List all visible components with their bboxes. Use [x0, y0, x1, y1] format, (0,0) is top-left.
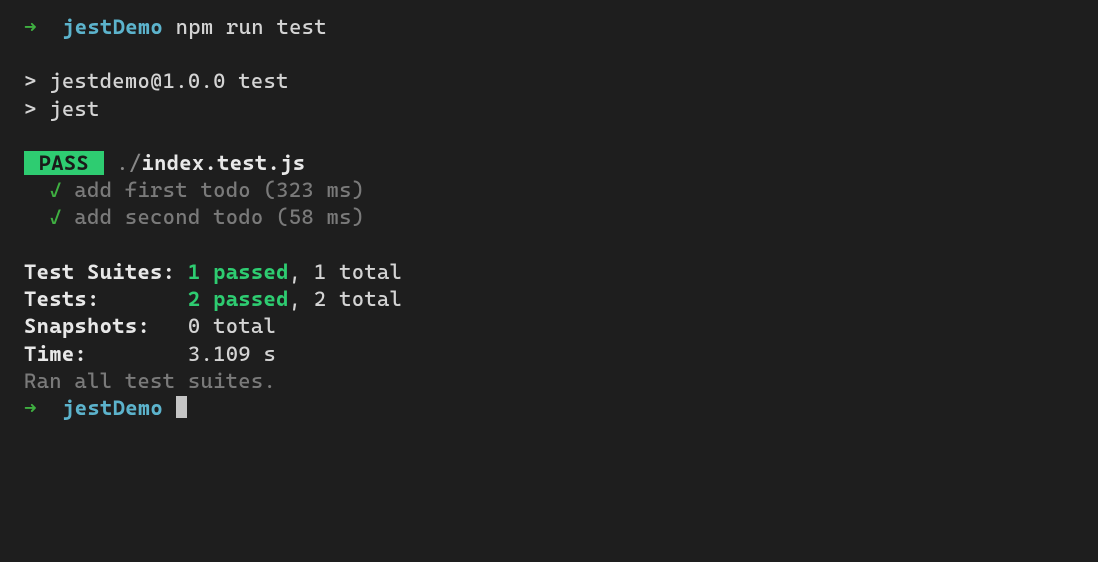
pass-badge: PASS: [24, 151, 104, 175]
summary-label: Tests:: [24, 287, 188, 311]
test-result-row: ✓ add second todo (58 ms): [24, 204, 1074, 231]
test-name: add second todo (58 ms): [62, 205, 365, 229]
summary-suites: Test Suites: 1 passed, 1 total: [24, 259, 1074, 286]
summary-tests: Tests: 2 passed, 2 total: [24, 286, 1074, 313]
blank-line: [24, 123, 1074, 150]
summary-passed: 1 passed: [188, 260, 289, 284]
summary-total: , 2 total: [289, 287, 402, 311]
summary-time: Time: 3.109 s: [24, 341, 1074, 368]
summary-value: 0 total: [188, 314, 276, 338]
prompt-line-1[interactable]: ➜ jestDemo npm run test: [24, 14, 1074, 41]
test-file: index.test.js: [141, 151, 305, 175]
npm-output-line: > jestdemo@1.0.0 test: [24, 68, 1074, 95]
summary-passed: 2 passed: [188, 287, 289, 311]
cwd-name: jestDemo: [62, 15, 163, 39]
check-icon: ✓: [49, 178, 62, 202]
typed-command: npm run test: [176, 15, 327, 39]
check-icon: ✓: [49, 205, 62, 229]
jest-pass-line: PASS ./index.test.js: [24, 150, 1074, 177]
summary-total: , 1 total: [289, 260, 402, 284]
summary-snapshots: Snapshots: 0 total: [24, 313, 1074, 340]
prompt-arrow-icon: ➜: [24, 396, 37, 420]
summary-label: Test Suites:: [24, 260, 188, 284]
summary-label: Time:: [24, 342, 188, 366]
cursor-icon: [176, 396, 187, 418]
summary-footer: Ran all test suites.: [24, 368, 1074, 395]
blank-line: [24, 232, 1074, 259]
path-prefix: ./: [104, 151, 142, 175]
summary-label: Snapshots:: [24, 314, 188, 338]
prompt-line-2[interactable]: ➜ jestDemo: [24, 395, 1074, 422]
cwd-name: jestDemo: [62, 396, 163, 420]
summary-value: 3.109 s: [188, 342, 276, 366]
npm-output-line: > jest: [24, 96, 1074, 123]
test-name: add first todo (323 ms): [62, 178, 365, 202]
test-result-row: ✓ add first todo (323 ms): [24, 177, 1074, 204]
blank-line: [24, 41, 1074, 68]
prompt-arrow-icon: ➜: [24, 15, 37, 39]
